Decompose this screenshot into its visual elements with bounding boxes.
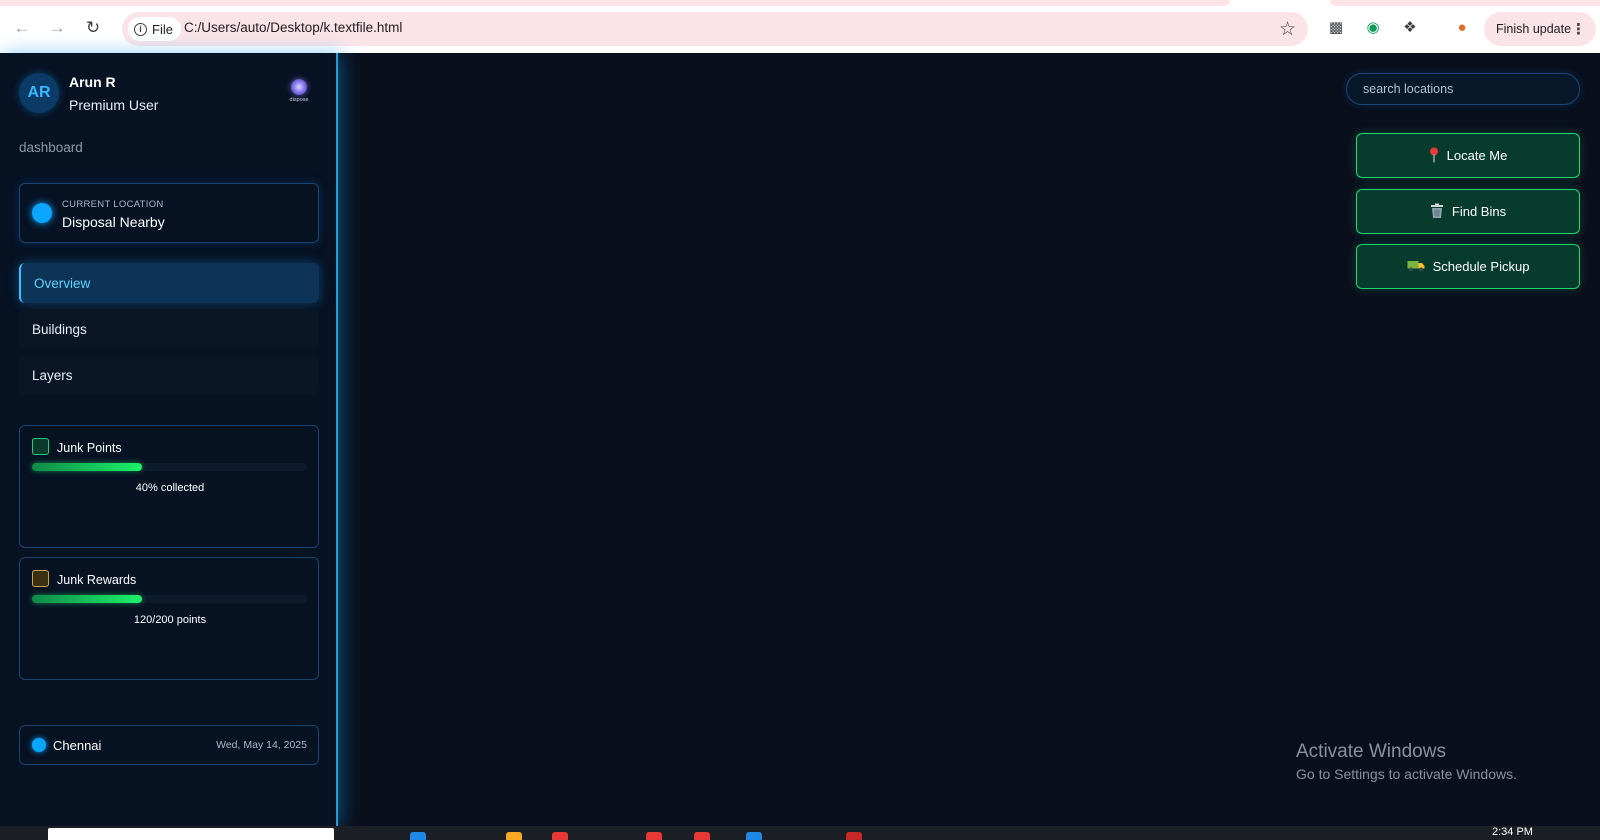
- locate-me-label: Locate Me: [1446, 148, 1508, 163]
- finish-update-label: Finish update: [1496, 22, 1572, 36]
- junk-points-checkbox[interactable]: [32, 438, 49, 455]
- section-label: dashboard: [19, 140, 83, 155]
- tab-strip-right: [1330, 0, 1600, 6]
- taskbar-folder-icon[interactable]: [506, 832, 522, 840]
- pin-icon: [1429, 147, 1439, 165]
- junk-points-card[interactable]: Junk Points 40% collected: [19, 425, 319, 548]
- taskbar: 2:34 PM: [0, 826, 1600, 840]
- city-name: Chennai: [53, 738, 102, 753]
- activation-watermark-title: Activate Windows: [1296, 741, 1446, 762]
- sidebar-item-layers[interactable]: Layers: [19, 355, 319, 395]
- reload-icon[interactable]: ↻: [80, 15, 106, 41]
- sidebar-item-label: Overview: [34, 275, 91, 291]
- back-icon[interactable]: ←: [9, 15, 35, 41]
- taskbar-app-icon[interactable]: [552, 832, 568, 840]
- location-caption: CURRENT LOCATION: [62, 199, 164, 210]
- locate-me-button[interactable]: Locate Me: [1356, 133, 1580, 178]
- progress-bar: [32, 595, 307, 603]
- find-bins-label: Find Bins: [1451, 204, 1507, 219]
- stat-subtitle: 120/200 points: [133, 614, 207, 626]
- bookmark-star-icon[interactable]: ☆: [1279, 18, 1296, 41]
- taskbar-app-icon[interactable]: [646, 832, 662, 840]
- avatar[interactable]: AR: [19, 73, 59, 113]
- schedule-pickup-label: Schedule Pickup: [1432, 259, 1530, 274]
- grammarly-icon[interactable]: ◉: [1362, 16, 1384, 38]
- cast-icon[interactable]: ▩: [1325, 16, 1347, 38]
- stat-title: Junk Points: [57, 441, 122, 455]
- user-name: Arun R: [69, 74, 116, 90]
- sidebar-item-label: Buildings: [32, 321, 87, 337]
- address-bar[interactable]: i File C:/Users/auto/Desktop/k.textfile.…: [122, 12, 1308, 46]
- sidebar-item-label: Layers: [32, 367, 73, 383]
- extensions-icon[interactable]: ❖: [1399, 16, 1421, 38]
- taskbar-chrome-icon[interactable]: [694, 832, 710, 840]
- trash-icon: [1430, 203, 1444, 221]
- dispose-logo: dispose: [286, 79, 312, 109]
- forward-icon[interactable]: →: [44, 15, 70, 41]
- taskbar-app-icon[interactable]: [746, 832, 762, 840]
- taskbar-app-icon[interactable]: [410, 832, 426, 840]
- browser-toolbar: ← → ↻ i File C:/Users/auto/Desktop/k.tex…: [0, 0, 1600, 53]
- location-value: Disposal Nearby: [62, 214, 165, 230]
- user-role: Premium User: [69, 97, 159, 113]
- junk-rewards-checkbox[interactable]: [32, 570, 49, 587]
- progress-bar: [32, 463, 307, 471]
- progress-fill: [32, 463, 142, 471]
- truck-icon: [1407, 259, 1425, 274]
- logo-wordmark: dispose: [289, 97, 309, 103]
- site-info-chip[interactable]: i File: [128, 17, 181, 41]
- current-location-card[interactable]: CURRENT LOCATION Disposal Nearby: [19, 183, 319, 243]
- tab-strip: [0, 0, 1230, 6]
- city-card: Chennai Wed, May 14, 2025: [19, 725, 319, 765]
- schedule-pickup-button[interactable]: Schedule Pickup: [1356, 244, 1580, 289]
- logo-orb-icon: [291, 79, 307, 95]
- url-text[interactable]: C:/Users/auto/Desktop/k.textfile.html: [184, 20, 402, 35]
- sidebar-item-buildings[interactable]: Buildings: [19, 309, 319, 349]
- sidebar: AR Arun R Premium User dispose dashboard…: [0, 53, 338, 826]
- search-input[interactable]: [1346, 73, 1580, 105]
- taskbar-search[interactable]: [48, 828, 334, 840]
- menu-dots-icon[interactable]: ⋮: [1571, 20, 1586, 38]
- location-dot-icon: [32, 203, 52, 223]
- junk-rewards-card[interactable]: Junk Rewards 120/200 points: [19, 557, 319, 680]
- info-icon: i: [134, 22, 147, 36]
- progress-fill: [32, 595, 142, 603]
- site-chip-label: File: [152, 21, 173, 37]
- sidebar-item-overview[interactable]: Overview: [19, 263, 319, 303]
- taskbar-clock: 2:34 PM: [1492, 826, 1533, 838]
- find-bins-button[interactable]: Find Bins: [1356, 189, 1580, 234]
- profile-icon[interactable]: ●: [1451, 16, 1473, 38]
- city-date: Wed, May 14, 2025: [216, 739, 307, 751]
- stat-title: Junk Rewards: [57, 573, 137, 587]
- taskbar-app-icon[interactable]: [846, 832, 862, 840]
- finish-update-button[interactable]: Finish update ⋮: [1484, 12, 1596, 46]
- stat-subtitle: 40% collected: [135, 482, 205, 494]
- activation-watermark-subtitle: Go to Settings to activate Windows.: [1296, 766, 1517, 782]
- city-dot-icon: [32, 738, 46, 752]
